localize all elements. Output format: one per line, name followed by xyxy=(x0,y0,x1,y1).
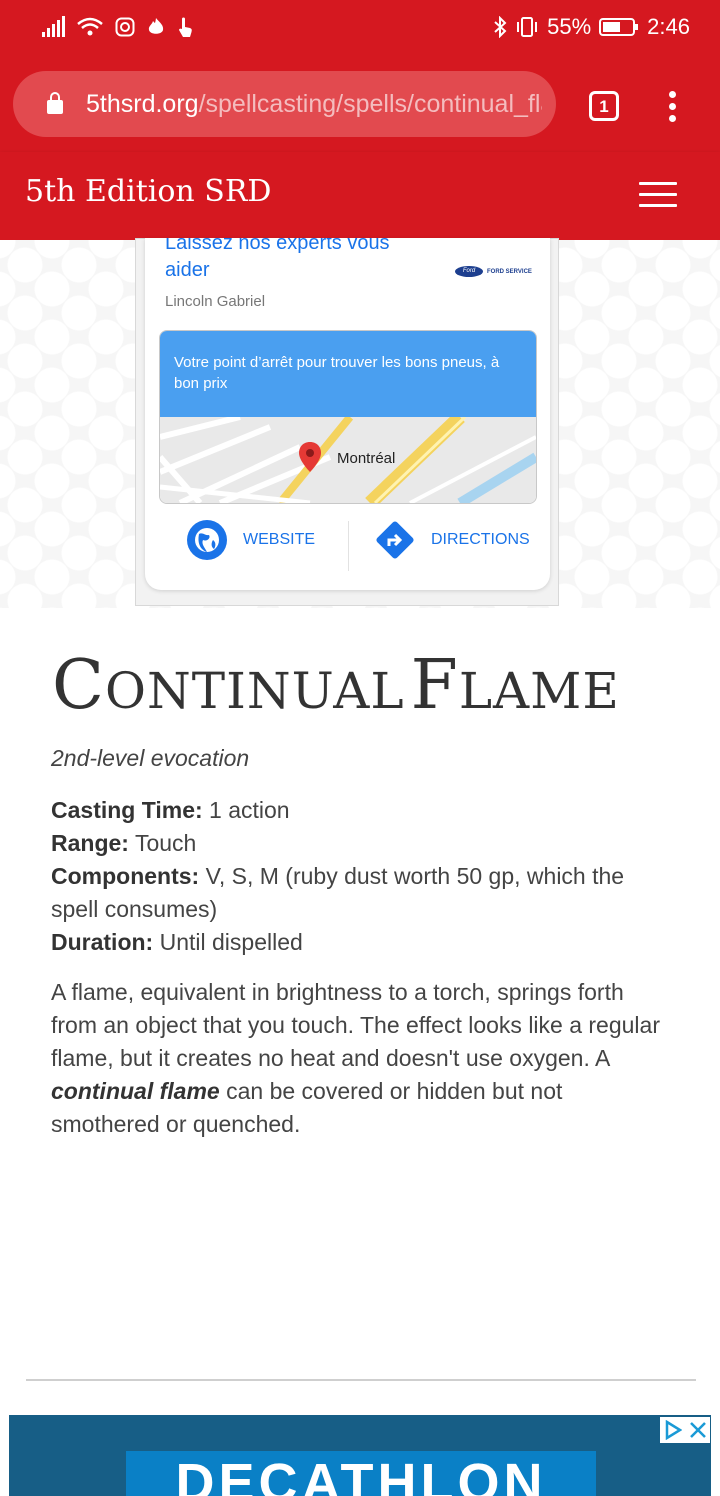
ad-headline[interactable]: Laissez nos experts vous aider xyxy=(165,238,425,284)
title-rest-2: LAME xyxy=(458,662,620,720)
url-path: /spellcasting/spells/continual_flame xyxy=(198,90,542,118)
directions-label: DIRECTIONS xyxy=(431,531,530,548)
duration-row: Duration: Until dispelled xyxy=(51,926,671,959)
spell-title: CONTINUAL FLAME xyxy=(52,646,620,725)
site-title[interactable]: 5th Edition SRD xyxy=(25,174,271,209)
site-header: 5th Edition SRD xyxy=(0,152,720,240)
map-city-label: Montréal xyxy=(337,450,396,467)
ad-actions: WEBSITE DIRECTIONS xyxy=(145,518,550,574)
section-divider xyxy=(26,1379,696,1381)
duration-label: Duration: xyxy=(51,929,154,955)
close-icon[interactable] xyxy=(689,1421,707,1439)
overflow-menu-icon[interactable] xyxy=(665,91,679,123)
battery-percent: 55% xyxy=(547,14,592,39)
url-text[interactable]: 5thsrd.org/spellcasting/spells/continual… xyxy=(86,90,542,119)
map-pin-icon xyxy=(299,442,321,472)
ford-oval: Ford xyxy=(455,266,483,277)
components-row: Components: V, S, M (ruby dust worth 50 … xyxy=(51,860,671,926)
tab-switcher-button[interactable]: 1 xyxy=(589,91,619,121)
casting-time-label: Casting Time: xyxy=(51,797,203,823)
adchoices-icon xyxy=(665,1420,682,1440)
signal-icon xyxy=(42,16,65,37)
range-value: Touch xyxy=(134,830,197,856)
adchoices-button[interactable] xyxy=(660,1417,710,1443)
hamburger-menu-icon[interactable] xyxy=(639,182,677,208)
ad-card[interactable]: Laissez nos experts vous aider Ford FORD… xyxy=(145,238,550,590)
ad-advertiser: Lincoln Gabriel xyxy=(165,293,266,310)
casting-time-value: 1 action xyxy=(209,797,290,823)
spell-level: 2nd-level evocation xyxy=(51,745,250,771)
browser-toolbar: 5thsrd.org/spellcasting/spells/continual… xyxy=(0,58,720,152)
bluetooth-icon xyxy=(494,16,507,38)
range-row: Range: Touch xyxy=(51,827,671,860)
directions-icon xyxy=(376,521,414,559)
spell-stats: Casting Time: 1 action Range: Touch Comp… xyxy=(51,794,671,959)
description-text-1: A flame, equivalent in brightness to a t… xyxy=(51,979,660,1071)
description-emphasis: continual flame xyxy=(51,1078,220,1104)
url-host: 5thsrd.org xyxy=(86,90,199,118)
ad-tagline: Votre point d’arrêt pour trouver les bon… xyxy=(160,331,536,417)
status-bar: 55% 2:46 xyxy=(0,0,720,58)
website-label: WEBSITE xyxy=(243,531,316,548)
title-cap-1: C xyxy=(52,646,106,725)
map-preview[interactable]: Montréal xyxy=(160,411,536,503)
website-button[interactable]: WEBSITE xyxy=(185,518,315,562)
wifi-icon xyxy=(77,17,103,36)
vibrate-icon xyxy=(517,17,538,37)
directions-button[interactable]: DIRECTIONS xyxy=(373,518,530,562)
lock-icon xyxy=(47,92,63,114)
action-divider xyxy=(348,521,349,571)
globe-icon xyxy=(187,520,227,560)
spell-description: A flame, equivalent in brightness to a t… xyxy=(51,976,671,1141)
touch-icon xyxy=(179,17,192,37)
battery-icon xyxy=(599,18,639,36)
address-bar[interactable]: 5thsrd.org/spellcasting/spells/continual… xyxy=(13,71,556,137)
instagram-icon xyxy=(115,17,135,37)
range-label: Range: xyxy=(51,830,129,856)
title-rest-1: ONTINUAL xyxy=(105,662,405,720)
ford-logo: Ford FORD SERVICE xyxy=(455,266,532,277)
bottom-ad-banner[interactable]: DECATHLON xyxy=(9,1415,711,1496)
ford-service-label: FORD SERVICE xyxy=(487,268,532,275)
duration-value: Until dispelled xyxy=(159,929,303,955)
tinder-icon xyxy=(148,18,164,34)
bottom-ad-brand: DECATHLON xyxy=(126,1451,596,1496)
ad-map-card[interactable]: Votre point d’arrêt pour trouver les bon… xyxy=(159,330,537,504)
components-label: Components: xyxy=(51,863,200,889)
clock: 2:46 xyxy=(647,14,690,39)
casting-time-row: Casting Time: 1 action xyxy=(51,794,671,827)
title-cap-2: F xyxy=(410,646,459,725)
